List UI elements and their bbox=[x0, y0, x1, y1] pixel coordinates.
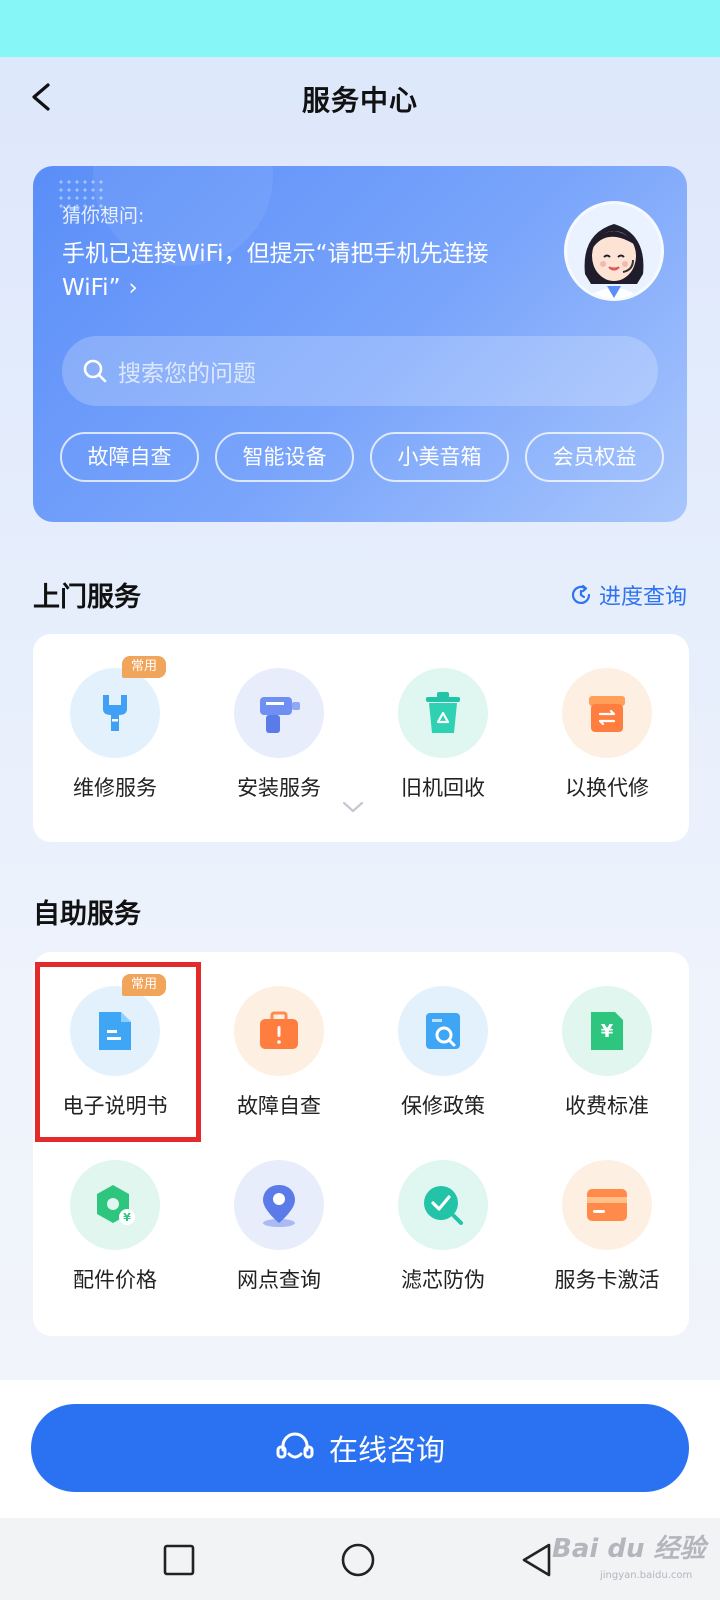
card-activate-icon-circle bbox=[562, 1160, 652, 1250]
service-exchange[interactable]: 以换代修 bbox=[525, 656, 689, 816]
recent-apps-icon[interactable] bbox=[161, 1542, 197, 1578]
frequent-badge: 常用 bbox=[122, 974, 166, 996]
chip-member-benefits[interactable]: 会员权益 bbox=[525, 432, 664, 482]
online-consult-button[interactable]: 在线咨询 bbox=[31, 1404, 689, 1492]
fees-icon-circle: ¥ bbox=[562, 986, 652, 1076]
service-recycle[interactable]: 旧机回收 bbox=[361, 656, 525, 816]
service-label: 滤芯防伪 bbox=[401, 1268, 485, 1292]
filter-verify-icon-circle bbox=[398, 1160, 488, 1250]
search-placeholder: 搜索您的问题 bbox=[118, 361, 256, 387]
page-title: 服务中心 bbox=[301, 84, 418, 117]
recycle-bin-icon bbox=[426, 692, 460, 733]
chip-speaker[interactable]: 小美音箱 bbox=[370, 432, 509, 482]
service-fees[interactable]: ¥ 收费标准 bbox=[525, 974, 689, 1134]
install-icon-circle bbox=[234, 668, 324, 758]
top-bar: 服务中心 bbox=[0, 57, 720, 141]
status-bar bbox=[0, 0, 720, 57]
home-icon[interactable] bbox=[340, 1542, 376, 1578]
svg-text:¥: ¥ bbox=[123, 1211, 131, 1224]
toolbox-icon bbox=[260, 1011, 298, 1049]
service-outlet-search[interactable]: 网点查询 bbox=[197, 1148, 361, 1308]
service-label: 旧机回收 bbox=[401, 776, 485, 800]
customer-service-avatar bbox=[564, 201, 664, 301]
service-label: 配件价格 bbox=[73, 1268, 157, 1292]
frequent-badge: 常用 bbox=[122, 656, 166, 678]
chevron-right-icon: › bbox=[128, 275, 138, 301]
service-install[interactable]: 安装服务 bbox=[197, 656, 361, 816]
part-price-icon-circle: ¥ bbox=[70, 1160, 160, 1250]
wrench-icon bbox=[103, 695, 127, 731]
outlet-search-icon-circle bbox=[234, 1160, 324, 1250]
bottom-action-bar: 在线咨询 bbox=[0, 1380, 720, 1518]
suggested-question[interactable]: 手机已连接WiFi，但提示“请把手机先连接WiFi” › bbox=[62, 237, 522, 305]
check-search-icon bbox=[424, 1186, 463, 1225]
service-label: 以换代修 bbox=[565, 776, 649, 800]
faq-hero-card: 猜你想问: 手机已连接WiFi，但提示“请把手机先连接WiFi” › 搜索您的问题… bbox=[33, 166, 687, 522]
service-label: 服务卡激活 bbox=[554, 1268, 660, 1292]
part-price-icon: ¥ bbox=[97, 1185, 135, 1225]
headset-icon bbox=[276, 1432, 314, 1459]
service-label: 保修政策 bbox=[401, 1094, 485, 1118]
progress-query-link[interactable]: 进度查询 bbox=[569, 579, 687, 611]
service-e-manual[interactable]: 常用 电子说明书 bbox=[33, 974, 197, 1134]
service-fault-check[interactable]: 故障自查 bbox=[197, 974, 361, 1134]
service-filter-verify[interactable]: 滤芯防伪 bbox=[361, 1148, 525, 1308]
suggested-question-text: 手机已连接WiFi，但提示“请把手机先连接WiFi” bbox=[62, 241, 489, 301]
document-icon bbox=[99, 1012, 131, 1050]
warranty-icon-circle bbox=[398, 986, 488, 1076]
chevron-down-icon[interactable] bbox=[341, 800, 365, 814]
clock-icon bbox=[571, 584, 591, 604]
fault-check-icon-circle bbox=[234, 986, 324, 1076]
exchange-icon-circle bbox=[562, 668, 652, 758]
e-manual-icon-circle bbox=[70, 986, 160, 1076]
back-triangle-icon[interactable] bbox=[519, 1542, 555, 1578]
topic-chips: 故障自查 智能设备 小美音箱 会员权益 bbox=[60, 432, 687, 482]
service-label: 维修服务 bbox=[73, 776, 157, 800]
exchange-box-icon bbox=[589, 696, 625, 732]
svg-text:¥: ¥ bbox=[601, 1021, 614, 1042]
online-consult-label: 在线咨询 bbox=[328, 1433, 445, 1467]
service-label: 电子说明书 bbox=[62, 1094, 168, 1118]
recycle-icon-circle bbox=[398, 668, 488, 758]
progress-query-label: 进度查询 bbox=[598, 585, 687, 610]
service-label: 收费标准 bbox=[565, 1094, 649, 1118]
service-card-activate[interactable]: 服务卡激活 bbox=[525, 1148, 689, 1308]
chip-fault-check[interactable]: 故障自查 bbox=[60, 432, 199, 482]
hero-hint: 猜你想问: bbox=[62, 205, 145, 227]
card-icon bbox=[587, 1189, 627, 1221]
service-part-price[interactable]: ¥ 配件价格 bbox=[33, 1148, 197, 1308]
chip-smart-devices[interactable]: 智能设备 bbox=[215, 432, 354, 482]
service-repair[interactable]: 常用 维修服务 bbox=[33, 656, 197, 816]
repair-icon-circle bbox=[70, 668, 160, 758]
service-label: 安装服务 bbox=[237, 776, 321, 800]
self-service-card: 常用 电子说明书 故障自查 保修政策 ¥ 收费标准 ¥ 配件价格 网点查询 滤芯… bbox=[33, 952, 689, 1336]
location-pin-icon bbox=[263, 1185, 295, 1227]
service-label: 故障自查 bbox=[237, 1094, 321, 1118]
agent-avatar-icon bbox=[584, 224, 644, 298]
search-input[interactable]: 搜索您的问题 bbox=[62, 336, 658, 406]
yuan-icon: ¥ bbox=[591, 1012, 623, 1050]
watermark-url: jingyan.baidu.com bbox=[600, 1570, 693, 1581]
self-service-title: 自助服务 bbox=[33, 899, 141, 930]
search-icon bbox=[83, 359, 107, 383]
service-warranty[interactable]: 保修政策 bbox=[361, 974, 525, 1134]
watermark-logo: Bai du 经验 bbox=[552, 1534, 706, 1564]
drill-icon bbox=[260, 697, 300, 733]
home-service-title: 上门服务 bbox=[33, 582, 141, 613]
warranty-icon bbox=[426, 1013, 460, 1049]
service-label: 网点查询 bbox=[237, 1268, 321, 1292]
